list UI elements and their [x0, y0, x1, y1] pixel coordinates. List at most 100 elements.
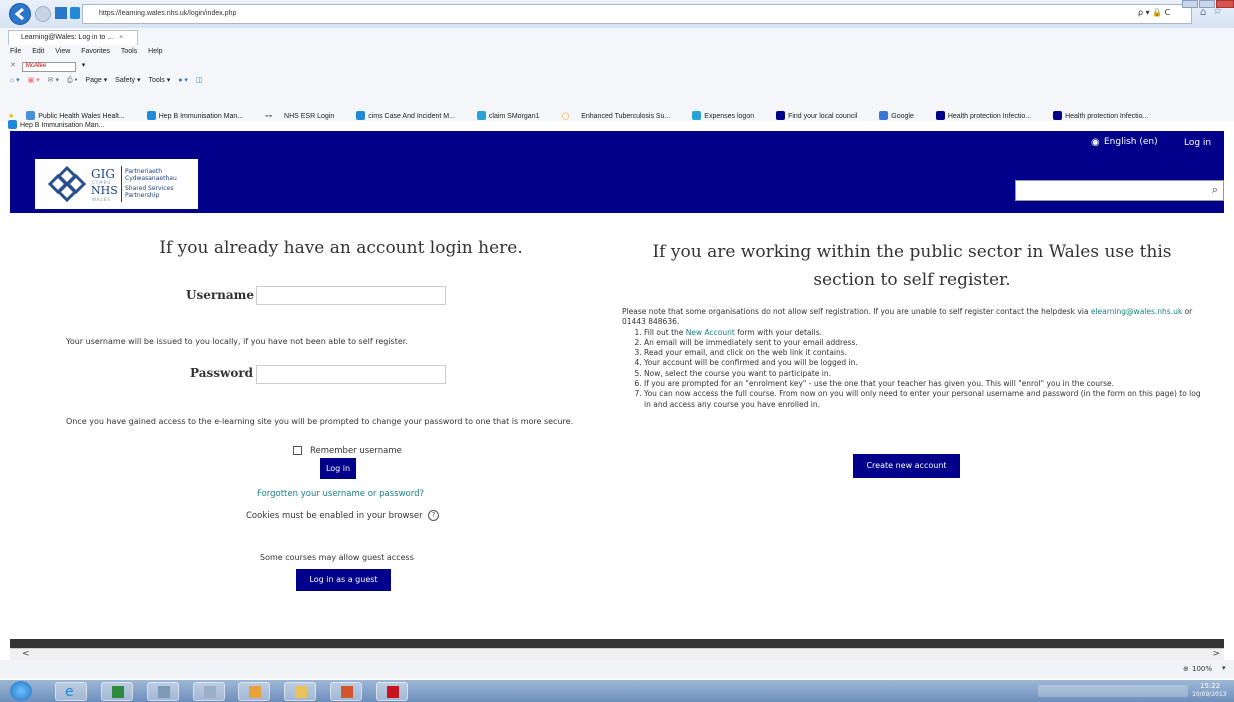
username-input[interactable] — [256, 286, 446, 305]
zoom-level[interactable]: 100% — [1192, 665, 1212, 673]
site-search-input[interactable]: ⌕ — [1015, 180, 1224, 201]
logo-line3: Shared Services — [125, 185, 174, 192]
start-button[interactable] — [10, 681, 32, 701]
logo-nhs: NHS — [91, 184, 118, 197]
safety-menu[interactable]: Safety ▾ — [115, 77, 140, 84]
password-label: Password — [190, 366, 254, 380]
google-icon — [879, 111, 889, 120]
taskbar-explorer-icon[interactable] — [284, 682, 316, 701]
language-menu[interactable]: English (en) — [1104, 137, 1158, 147]
fav-label: Public Health Wales Healt... — [38, 113, 125, 120]
feeds-icon[interactable]: ▣ ▾ — [28, 77, 40, 84]
password-input[interactable] — [256, 365, 446, 384]
login-button[interactable]: Log in — [320, 458, 356, 479]
menu-file[interactable]: File — [10, 48, 21, 55]
tab-title: Learning@Wales: Log in to ... — [21, 34, 114, 41]
fav-label: Google — [891, 113, 914, 120]
fav-item[interactable]: ◯ Enhanced Tuberculosis Su... — [561, 113, 680, 120]
fav-item[interactable]: Health protection Infectio... — [1053, 111, 1158, 120]
back-button[interactable] — [9, 3, 31, 25]
taskbar-excel-icon[interactable] — [101, 682, 133, 701]
new-account-link[interactable]: New Account — [686, 328, 735, 337]
compat-view-icon[interactable] — [55, 7, 67, 19]
taskbar-ie-icon[interactable]: e — [55, 682, 87, 701]
list-item: If you are prompted for an "enrolment ke… — [644, 379, 1202, 389]
fav-label: Enhanced Tuberculosis Su... — [581, 113, 671, 120]
help-circle-icon[interactable]: ? — [428, 510, 439, 521]
fav-label: cims Case And Incident M... — [368, 113, 455, 120]
address-bar[interactable]: https://learning.wales.nhs.uk/login/inde… — [82, 4, 1192, 24]
address-controls[interactable]: ρ ▾ 🔒 C — [1138, 8, 1170, 17]
logo-line4: Partnership — [125, 192, 160, 199]
fav-item[interactable]: cims Case And Incident M... — [356, 111, 465, 120]
login-page: If you already have an account login her… — [10, 213, 1224, 639]
forgot-password-link[interactable]: Forgotten your username or password? — [257, 489, 424, 499]
guest-note: Some courses may allow guest access — [260, 553, 414, 562]
fav-item[interactable]: claim SMorgan1 — [476, 111, 550, 120]
fav-item[interactable]: Find your local council — [776, 111, 867, 120]
fav-item[interactable]: ⊶ NHS ESR Login — [265, 113, 344, 120]
taskbar-powerpoint-icon[interactable] — [330, 682, 362, 701]
header-login-link[interactable]: Log in — [1184, 138, 1211, 148]
dropdown-icon[interactable]: ▾ — [82, 62, 86, 69]
list-item: You can now access the full course. From… — [644, 389, 1202, 410]
zoom-icon[interactable]: ⊕ — [1183, 665, 1189, 673]
mcafee-toolbar: ✕ McAfee ▾ — [10, 61, 85, 72]
clock-time[interactable]: 15:22 — [1200, 682, 1220, 690]
list-item: An email will be immediately sent to you… — [644, 338, 1202, 348]
menu-favorites[interactable]: Favorites — [81, 48, 110, 55]
fav-item[interactable]: Google — [879, 111, 924, 120]
menu-tools[interactable]: Tools — [121, 48, 137, 55]
taskbar-network-icon[interactable] — [193, 682, 225, 701]
scroll-left-icon[interactable]: < — [22, 649, 30, 659]
mail-icon[interactable]: ✉ ▾ — [48, 77, 59, 84]
taskbar-doc-icon[interactable] — [147, 682, 179, 701]
menu-edit[interactable]: Edit — [32, 48, 44, 55]
helpdesk-email-link[interactable]: elearning@wales.nhs.uk — [1091, 307, 1182, 316]
close-toolbar-icon[interactable]: ✕ — [10, 62, 16, 69]
menu-view[interactable]: View — [55, 48, 70, 55]
tab-close-icon[interactable]: × — [119, 34, 123, 41]
nhs-wales-logo[interactable]: GIG CYMRU NHS WALES Partneriaeth Cydwasa… — [35, 159, 198, 209]
list-item: Fill out the New Account form with your … — [644, 328, 1202, 338]
home-cmd-icon[interactable]: ⌂ ▾ — [10, 77, 20, 84]
tools-menu[interactable]: Tools ▾ — [148, 77, 170, 84]
fav-item[interactable]: Public Health Wales Healt... — [26, 111, 135, 120]
taskbar-pdf-icon[interactable] — [376, 682, 408, 701]
list-item: Read your email, and click on the web li… — [644, 348, 1202, 358]
page-icon — [935, 111, 945, 120]
help-icon[interactable]: ● ▾ — [178, 77, 188, 84]
browser-tab[interactable]: Learning@Wales: Log in to ... × — [8, 30, 138, 45]
page-icon — [692, 111, 702, 120]
guest-login-button[interactable]: Log in as a guest — [296, 569, 391, 591]
ie-page-icon — [70, 7, 80, 19]
forward-button[interactable] — [35, 6, 51, 22]
clock-date[interactable]: 10/09/2013 — [1192, 691, 1227, 698]
zoom-dropdown-icon[interactable]: ▾ — [1222, 664, 1226, 672]
remember-checkbox[interactable] — [293, 446, 302, 455]
fav-label: Hep B Immunisation Man... — [158, 113, 244, 120]
toolbars: File Edit View Favorites Tools Help ✕ Mc… — [0, 45, 1234, 129]
fav-label: Health protection Infectio... — [1065, 113, 1149, 120]
username-label: Username — [186, 288, 255, 302]
window-maximize-button[interactable] — [1199, 0, 1215, 8]
horizontal-scrollbar[interactable]: < > — [10, 648, 1224, 660]
window-close-button[interactable] — [1216, 0, 1234, 8]
create-account-button[interactable]: Create new account — [853, 454, 960, 478]
fav-item[interactable]: Hep B Immunisation Man... — [146, 111, 253, 120]
fav-item[interactable]: Expenses logon — [692, 111, 764, 120]
mcafee-button[interactable]: McAfee — [21, 62, 76, 72]
taskbar-outlook-icon[interactable] — [238, 682, 270, 701]
page-menu[interactable]: Page ▾ — [85, 77, 107, 84]
fav-item[interactable]: Health protection Infectio... — [935, 111, 1041, 120]
fav-item[interactable]: Hep B Immunisation Man... — [8, 120, 114, 129]
print-icon[interactable]: ⎙ ▾ — [67, 77, 78, 84]
menu-help[interactable]: Help — [148, 48, 162, 55]
home-icon[interactable]: ⌂ — [1200, 7, 1206, 18]
search-icon[interactable]: ⌕ — [1212, 183, 1218, 197]
system-tray[interactable] — [1038, 685, 1188, 697]
research-icon[interactable]: ◫ — [196, 77, 203, 84]
window-minimize-button[interactable] — [1182, 0, 1198, 8]
favorites-star-icon[interactable]: ★ — [8, 113, 14, 120]
scroll-right-icon[interactable]: > — [1212, 649, 1220, 659]
